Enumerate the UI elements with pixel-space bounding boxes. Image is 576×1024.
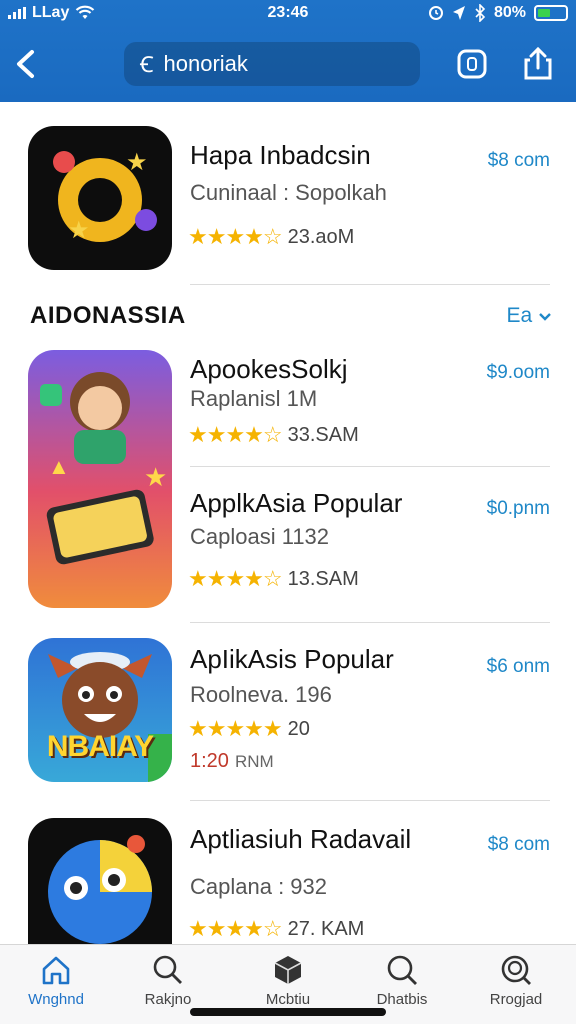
search-input[interactable] bbox=[163, 51, 384, 77]
rating-stars: ★★★★☆ bbox=[188, 422, 283, 447]
svg-text:★: ★ bbox=[126, 149, 148, 176]
bluetooth-icon bbox=[475, 4, 486, 22]
app-title: ApIikAsis Popular bbox=[190, 644, 394, 674]
divider bbox=[190, 622, 550, 623]
price-button[interactable]: $9.oom bbox=[487, 362, 550, 384]
bag-icon[interactable] bbox=[454, 46, 490, 82]
price-button[interactable]: $6 onm bbox=[487, 656, 550, 678]
rating-stars: ★★★★☆ bbox=[188, 224, 283, 249]
section-more-link[interactable]: Ea bbox=[506, 304, 552, 328]
tab-label: Mcbtiu bbox=[265, 991, 311, 1008]
rating-row: ★★★★☆ 23.aoM bbox=[188, 224, 354, 250]
tab-box[interactable]: Mcbtiu bbox=[238, 953, 338, 1008]
location-icon bbox=[452, 6, 465, 20]
tab-profile[interactable]: Rrogjad bbox=[466, 953, 566, 1008]
box-icon bbox=[274, 956, 302, 984]
tab-discover[interactable]: Dhatbis bbox=[352, 953, 452, 1008]
list-item[interactable]: NBAIAY ApIikAsis Popular Roolneva. 196 ★… bbox=[0, 638, 576, 788]
home-icon bbox=[42, 956, 70, 985]
rating-count: 20 bbox=[287, 717, 310, 740]
tab-search[interactable]: Rakjno bbox=[118, 953, 218, 1008]
app-icon: ★ ★ bbox=[28, 126, 172, 270]
app-subtitle: Caplana : 932 bbox=[190, 874, 327, 899]
search-icon bbox=[153, 955, 182, 984]
section-title: AIDONASSIA bbox=[30, 302, 186, 329]
app-icon: NBAIAY bbox=[28, 638, 172, 782]
app-title: ApookesSolkj bbox=[190, 354, 348, 384]
svg-text:★: ★ bbox=[68, 217, 90, 244]
rating-stars: ★★★★☆ bbox=[188, 916, 283, 941]
rating-row: ★★★★★ 20 bbox=[188, 716, 310, 742]
battery-percent: 80% bbox=[493, 4, 526, 21]
search-icon: Ꞓ bbox=[140, 52, 154, 77]
home-indicator bbox=[190, 1008, 386, 1016]
tab-label: Dhatbis bbox=[376, 991, 428, 1008]
tab-label: Rrogjad bbox=[489, 991, 543, 1008]
rating-stars: ★★★★☆ bbox=[188, 566, 283, 591]
list-item[interactable]: ApookesSolkj Raplanisl 1M ★★★★☆ 33.SAM $… bbox=[0, 350, 576, 460]
section-more-label: Ea bbox=[506, 304, 533, 327]
extra-value: 1:20 bbox=[190, 750, 229, 772]
rating-count: 23.aoM bbox=[287, 225, 355, 248]
status-bar: LLay 23:46 80% bbox=[0, 0, 576, 30]
price-button[interactable]: $8 com bbox=[488, 150, 550, 172]
list-item[interactable]: Aptliasiuh Radavail Caplana : 932 ★★★★☆ … bbox=[0, 818, 576, 944]
list-item[interactable]: ApplkAsia Popular Caploasi 1132 ★★★★☆ 13… bbox=[0, 486, 576, 606]
tab-home[interactable]: Wnghnd bbox=[6, 953, 106, 1008]
divider bbox=[190, 800, 550, 801]
rating-count: 33.SAM bbox=[287, 423, 359, 446]
share-icon[interactable] bbox=[520, 46, 556, 82]
search-bar[interactable]: Ꞓ bbox=[124, 42, 420, 86]
rating-row: ★★★★☆ 27. KAM bbox=[188, 916, 364, 942]
app-icon bbox=[28, 818, 172, 944]
tab-label: Wnghnd bbox=[28, 991, 84, 1008]
price-button[interactable]: $8 com bbox=[488, 834, 550, 856]
back-chevron-icon[interactable] bbox=[10, 44, 42, 84]
app-title: Hapa Inbadcsin bbox=[190, 140, 371, 170]
rating-row: ★★★★☆ 13.SAM bbox=[188, 566, 359, 592]
extra-unit: RNM bbox=[234, 751, 274, 771]
alarm-icon bbox=[428, 6, 443, 20]
extra-row: 1:20 RNM bbox=[190, 750, 274, 773]
app-subtitle: Cuninaal : Sopolkah bbox=[190, 180, 387, 205]
magnifier-icon bbox=[387, 955, 417, 985]
divider bbox=[190, 284, 550, 285]
list-item[interactable]: ★ ★ Hapa Inbadcsin Cuninaal : Sopolkah ★… bbox=[0, 126, 576, 286]
search-circle-icon bbox=[501, 955, 531, 985]
tab-label: Rakjno bbox=[144, 991, 192, 1008]
top-bar: LLay 23:46 80% Ꞓ bbox=[0, 0, 576, 102]
app-subtitle: Raplanisl 1M bbox=[190, 386, 318, 411]
app-title: ApplkAsia Popular bbox=[190, 488, 403, 518]
app-icon-text: NBAIAY bbox=[46, 730, 154, 763]
rating-count: 13.SAM bbox=[287, 567, 359, 590]
app-subtitle: Roolneva. 196 bbox=[190, 682, 332, 707]
chevron-down-icon bbox=[539, 313, 551, 321]
app-title: Aptliasiuh Radavail bbox=[190, 824, 412, 854]
battery-icon bbox=[534, 5, 568, 21]
app-subtitle: Caploasi 1132 bbox=[190, 524, 330, 549]
rating-row: ★★★★☆ 33.SAM bbox=[188, 422, 359, 448]
rating-stars: ★★★★★ bbox=[188, 716, 283, 741]
rating-count: 27. KAM bbox=[287, 917, 365, 940]
divider bbox=[190, 466, 550, 467]
price-button[interactable]: $0.pnm bbox=[487, 498, 550, 520]
